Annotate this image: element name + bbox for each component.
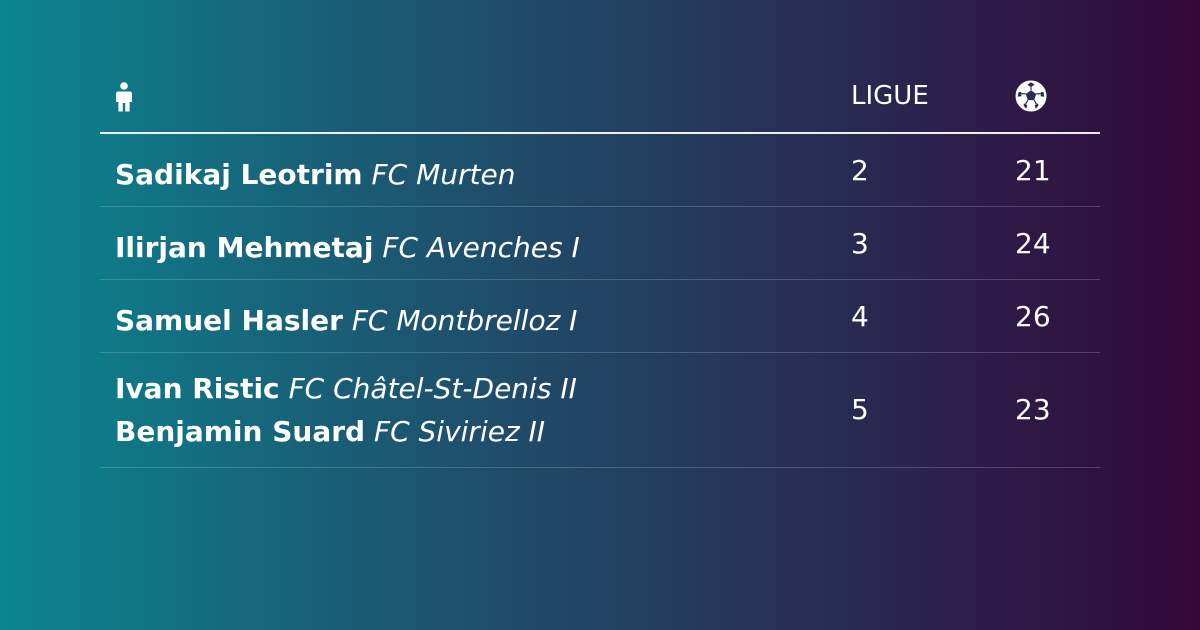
goals-value: 23 <box>1015 393 1051 426</box>
person-icon <box>116 82 132 112</box>
table-header: LIGUE <box>100 60 1100 134</box>
goals-value: 24 <box>1015 227 1051 260</box>
column-header-ligue: LIGUE <box>851 81 929 111</box>
player-entry: Ivan Ristic FC Châtel-St-Denis II <box>115 367 577 410</box>
player-entry: Sadikaj Leotrim FC Murten <box>115 153 515 196</box>
player-name: Sadikaj Leotrim <box>115 158 363 191</box>
table-row: Ivan Ristic FC Châtel-St-Denis II Benjam… <box>100 353 1100 468</box>
player-name: Benjamin Suard <box>115 415 366 448</box>
ligue-value: 3 <box>851 227 869 260</box>
table-row: Ilirjan Mehmetaj FC Avenches I 3 24 <box>100 207 1100 280</box>
player-cell: Sadikaj Leotrim FC Murten <box>115 153 515 196</box>
goals-value: 26 <box>1015 300 1051 333</box>
ligue-value: 2 <box>851 154 869 187</box>
top-scorers-table: LIGUE Sadikaj Leotrim FC Murten 2 21 Ili… <box>100 60 1100 468</box>
player-entry: Samuel Hasler FC Montbrelloz I <box>115 299 577 342</box>
table-row: Samuel Hasler FC Montbrelloz I 4 26 <box>100 280 1100 353</box>
player-club: FC Murten <box>371 158 516 191</box>
player-club: FC Châtel-St-Denis II <box>288 372 577 405</box>
player-name: Samuel Hasler <box>115 304 343 337</box>
player-name: Ivan Ristic <box>115 372 280 405</box>
player-club: FC Siviriez II <box>373 415 546 448</box>
player-cell: Ilirjan Mehmetaj FC Avenches I <box>115 226 580 269</box>
player-name: Ilirjan Mehmetaj <box>115 231 374 264</box>
ligue-value: 5 <box>851 393 869 426</box>
soccer-ball-icon <box>1015 80 1047 112</box>
player-club: FC Montbrelloz I <box>351 304 578 337</box>
player-cell: Ivan Ristic FC Châtel-St-Denis II Benjam… <box>115 367 577 453</box>
goals-value: 21 <box>1015 154 1051 187</box>
ligue-value: 4 <box>851 300 869 333</box>
player-entry: Benjamin Suard FC Siviriez II <box>115 410 577 453</box>
table-row: Sadikaj Leotrim FC Murten 2 21 <box>100 134 1100 207</box>
player-club: FC Avenches I <box>382 231 580 264</box>
player-entry: Ilirjan Mehmetaj FC Avenches I <box>115 226 580 269</box>
player-cell: Samuel Hasler FC Montbrelloz I <box>115 299 577 342</box>
